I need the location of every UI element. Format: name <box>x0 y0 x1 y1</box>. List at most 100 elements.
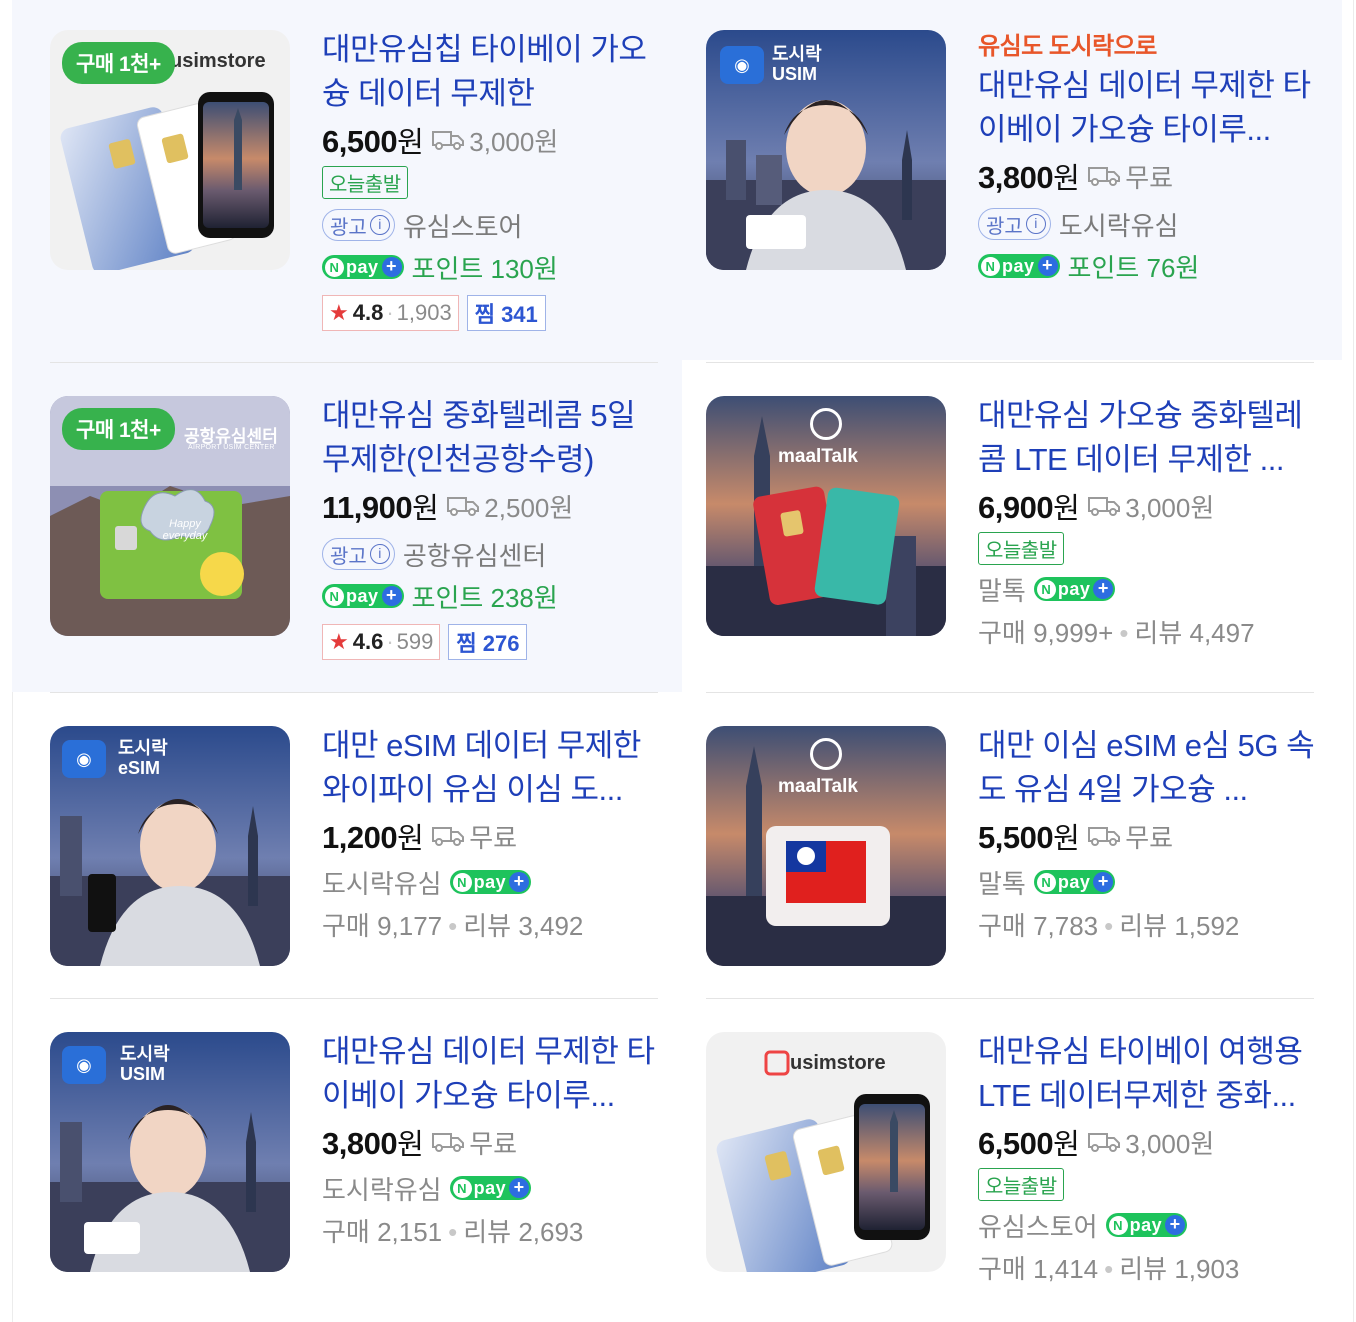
point-row: Npay + 포인트 76원 <box>978 248 1318 284</box>
today-shipping-badge: 오늘출발 <box>978 532 1064 565</box>
product-thumbnail[interactable]: maalTalk <box>706 726 946 966</box>
product-thumbnail[interactable]: 구매 1천+ 공항유심센터 AIRPORT USIM CENTER Happy … <box>50 396 290 636</box>
product-grid: 구매 1천+ usimstore 대만유심칩 타이베이 가오슝 데이터 무제한 … <box>12 0 1342 1322</box>
shipping-fee: 3,000원 <box>1087 1124 1214 1161</box>
seller-name[interactable]: 유심스토어 <box>403 207 523 244</box>
seller-row: 말톡 Npay + <box>978 864 1318 900</box>
product-price: 11,900원 <box>322 490 439 525</box>
point-amount: 포인트 238원 <box>411 582 558 613</box>
info-icon: i <box>369 544 390 564</box>
wifi-icon: ◉ <box>720 46 764 84</box>
brand-logo: usimstore <box>790 1052 886 1074</box>
point-row: Npay + 포인트 238원 <box>322 578 662 614</box>
price-row: 11,900원 2,500원 <box>322 484 662 528</box>
product-thumbnail[interactable]: 구매 1천+ usimstore <box>50 30 290 270</box>
product-thumbnail[interactable]: ◉ 도시락 USIM <box>706 30 946 270</box>
product-thumbnail[interactable]: usimstore <box>706 1032 946 1272</box>
price-row: 1,200원 무료 <box>322 814 662 858</box>
product-title-link[interactable]: 대만유심칩 타이베이 가오슝 데이터 무제한 <box>322 28 662 116</box>
truck-icon <box>431 825 465 847</box>
rating-box[interactable]: ★ 4.6 · 599 <box>322 624 441 660</box>
product-title-link[interactable]: 대만유심 데이터 무제한 타이베이 가오슝 타이루... <box>322 1030 662 1118</box>
product-info: 유심도 도시락으로 대만유심 데이터 무제한 타이베이 가오슝 타이루... 3… <box>978 30 1318 284</box>
shipping-fee: 2,500원 <box>446 488 573 525</box>
wifi-icon: ◉ <box>62 1046 106 1084</box>
product-title-link[interactable]: 대만유심 타이베이 여행용 LTE 데이터무제한 중화... <box>978 1030 1318 1118</box>
ad-badge[interactable]: 광고 i <box>978 208 1051 240</box>
product-info: 대만유심 중화텔레콤 5일 무제한(인천공항수령) 11,900원 2,500원… <box>322 394 662 660</box>
product-price: 5,500원 <box>978 820 1080 855</box>
product-thumbnail[interactable]: ◉ 도시락 USIM <box>50 1032 290 1272</box>
truck-icon <box>1087 165 1121 187</box>
product-thumbnail[interactable]: ◉ 도시락 eSIM <box>50 726 290 966</box>
ad-badge[interactable]: 광고 i <box>322 538 395 570</box>
price-row: 6,900원 3,000원 <box>978 484 1318 528</box>
seller-name[interactable]: 말톡 <box>978 571 1026 608</box>
product-price: 6,500원 <box>978 1126 1080 1161</box>
thumb-label: 도시락 USIM <box>120 1044 170 1084</box>
seller-name[interactable]: 도시락유심 <box>1059 206 1179 243</box>
shipping-fee: 3,000원 <box>1087 488 1214 525</box>
wifi-icon <box>810 408 842 440</box>
row-divider <box>706 998 1314 999</box>
seller-row: 도시락유심 Npay + <box>322 864 662 900</box>
seller-name[interactable]: 유심스토어 <box>978 1207 1098 1244</box>
seller-name[interactable]: 공항유심센터 <box>403 536 547 573</box>
seller-row: 말톡 Npay + <box>978 571 1318 607</box>
npay-logo: Npay + <box>1033 870 1116 894</box>
star-icon: ★ <box>329 300 349 325</box>
product-title-link[interactable]: 대만유심 중화텔레콤 5일 무제한(인천공항수령) <box>322 394 662 482</box>
npay-logo: Npay + <box>1033 577 1116 601</box>
product-title-link[interactable]: 대만유심 가오슝 중화텔레콤 LTE 데이터 무제한 ... <box>978 394 1318 482</box>
truck-icon <box>431 1131 465 1153</box>
price-row: 6,500원 3,000원 <box>322 118 662 162</box>
npay-logo: Npay + <box>1105 1213 1188 1237</box>
row-divider <box>50 998 658 999</box>
today-shipping-badge: 오늘출발 <box>978 1168 1064 1201</box>
purchase-review-meta: 구매 1,414 • 리뷰 1,903 <box>978 1254 1240 1284</box>
product-title-link[interactable]: 대만유심 데이터 무제한 타이베이 가오슝 타이루... <box>978 64 1318 152</box>
npay-logo: Npay + <box>322 255 404 279</box>
shipping-fee: 3,000원 <box>431 122 558 159</box>
seller-name[interactable]: 말톡 <box>978 864 1026 901</box>
npay-logo: Npay + <box>449 870 532 894</box>
seller-row: 광고 i 공항유심센터 <box>322 536 662 572</box>
product-thumbnail[interactable]: maalTalk <box>706 396 946 636</box>
seller-name[interactable]: 도시락유심 <box>322 864 442 901</box>
seller-row: 유심스토어 Npay + <box>978 1207 1318 1243</box>
price-row: 6,500원 3,000원 <box>978 1120 1318 1164</box>
info-icon: i <box>369 215 390 235</box>
purchase-review-meta: 구매 9,999+ • 리뷰 4,497 <box>978 618 1255 648</box>
truck-icon <box>1087 825 1121 847</box>
product-title-link[interactable]: 대만 eSIM 데이터 무제한 와이파이 유심 이심 도... <box>322 724 662 812</box>
ad-badge[interactable]: 광고 i <box>322 209 395 241</box>
shipping-fee: 무료 <box>1087 158 1173 195</box>
zzim-box[interactable]: 찜 276 <box>448 624 528 660</box>
zzim-box[interactable]: 찜 341 <box>466 295 546 331</box>
buy-count-badge: 구매 1천+ <box>62 408 175 450</box>
seller-name[interactable]: 도시락유심 <box>322 1170 442 1207</box>
buy-count-badge: 구매 1천+ <box>62 42 175 84</box>
truck-icon <box>446 495 480 517</box>
seller-row: 광고 i 유심스토어 <box>322 207 662 243</box>
brand-subtitle: AIRPORT USIM CENTER <box>188 444 275 451</box>
card-text: Happy everyday <box>162 518 208 542</box>
truck-icon <box>1087 1131 1121 1153</box>
product-price: 6,900원 <box>978 490 1080 525</box>
rating-box[interactable]: ★ 4.8 · 1,903 <box>322 295 459 331</box>
product-info: 대만유심 데이터 무제한 타이베이 가오슝 타이루... 3,800원 무료 도… <box>322 1030 662 1250</box>
rating-row: ★ 4.6 · 599 찜 276 <box>322 624 662 660</box>
npay-logo: Npay + <box>449 1176 532 1200</box>
point-amount: 포인트 130원 <box>411 253 558 284</box>
price-row: 5,500원 무료 <box>978 814 1318 858</box>
product-title-link[interactable]: 대만 이심 eSIM e심 5G 속도 유심 4일 가오슝 ... <box>978 724 1318 812</box>
truck-icon <box>431 129 465 151</box>
today-shipping-badge: 오늘출발 <box>322 166 408 199</box>
row-divider <box>706 692 1314 693</box>
purchase-review-meta: 구매 7,783 • 리뷰 1,592 <box>978 911 1240 941</box>
point-amount: 포인트 76원 <box>1067 252 1200 283</box>
star-icon: ★ <box>329 629 349 654</box>
shipping-fee: 무료 <box>1087 818 1173 855</box>
product-info: 대만유심칩 타이베이 가오슝 데이터 무제한 6,500원 3,000원 오늘출… <box>322 28 662 331</box>
seller-row: 도시락유심 Npay + <box>322 1170 662 1206</box>
